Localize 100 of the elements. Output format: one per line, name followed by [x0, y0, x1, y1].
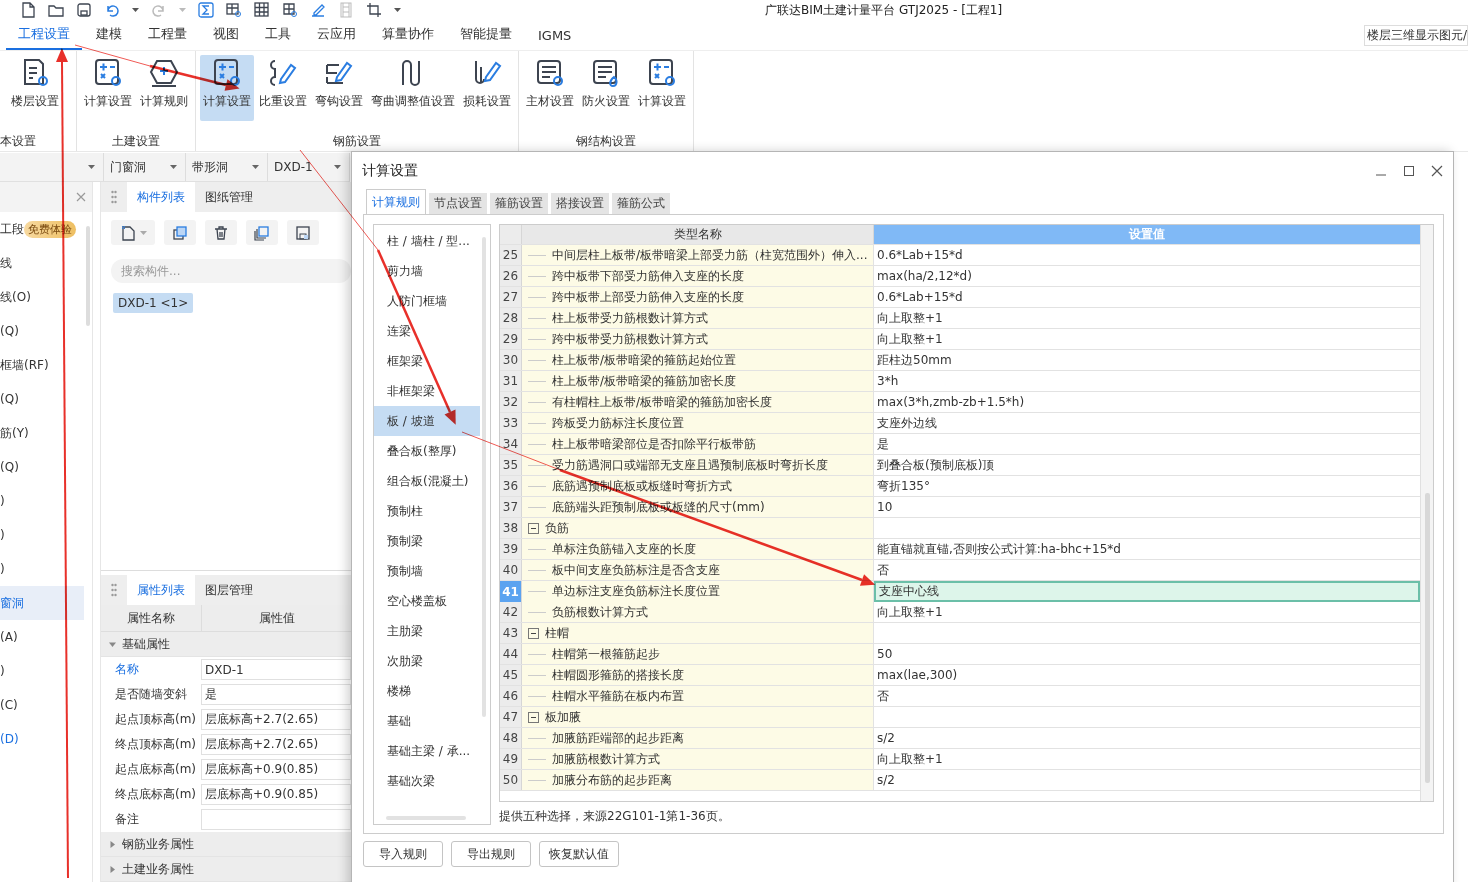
pen-icon[interactable] — [310, 2, 326, 18]
property-value-field[interactable]: 层底标高+0.9(0.85) — [201, 759, 351, 780]
nav-item[interactable]: (C) — [0, 688, 84, 722]
row-number[interactable]: 31 — [500, 371, 522, 391]
nav-item[interactable]: ) — [0, 552, 84, 586]
ribbon-button[interactable]: 防火设置 — [579, 55, 633, 121]
dialog-tab[interactable]: 箍筋设置 — [490, 193, 548, 214]
nav-item[interactable]: (A) — [0, 620, 84, 654]
dialog-tab[interactable]: 计算规则 — [366, 189, 426, 214]
property-value-field[interactable]: 是 — [201, 684, 351, 705]
group-header[interactable]: 钢筋业务属性 — [101, 832, 351, 857]
menu-tab[interactable]: IGMS — [526, 28, 584, 50]
folder-icon[interactable] — [48, 2, 64, 18]
row-number[interactable]: 45 — [500, 665, 522, 685]
row-number[interactable]: 42 — [500, 602, 522, 622]
row-number[interactable]: 44 — [500, 644, 522, 664]
row-number[interactable]: 30 — [500, 350, 522, 370]
dialog-button[interactable]: 恢复默认值 — [539, 841, 619, 867]
row-number[interactable]: 26 — [500, 266, 522, 286]
save-icon[interactable] — [76, 2, 92, 18]
category-item[interactable]: 连梁 — [374, 316, 480, 346]
row-number[interactable]: 27 — [500, 287, 522, 307]
ribbon-button[interactable]: 计算设置 — [635, 55, 689, 121]
ribbon-button[interactable]: 弯钩设置 — [312, 55, 366, 121]
grip-icon[interactable] — [111, 190, 117, 204]
category-item[interactable]: 空心楼盖板 — [374, 586, 480, 616]
category-item[interactable]: 非框架梁 — [374, 376, 480, 406]
collapse-icon[interactable] — [528, 711, 539, 723]
nav-item[interactable]: 窗洞 — [0, 586, 84, 620]
dialog-tab[interactable]: 节点设置 — [429, 193, 487, 214]
category-item[interactable]: 基础次梁 — [374, 766, 480, 796]
row-number[interactable]: 36 — [500, 476, 522, 496]
property-value-field[interactable] — [201, 809, 351, 830]
component-item[interactable]: DXD-1 <1> — [113, 293, 194, 313]
dialog-tab[interactable]: 箍筋公式 — [612, 193, 670, 214]
ribbon-button[interactable]: 计算设置 — [81, 55, 135, 121]
row-number[interactable]: 46 — [500, 686, 522, 706]
nav-item[interactable]: (Q) — [0, 382, 84, 416]
collapse-icon[interactable] — [528, 522, 539, 534]
nav-item[interactable]: (Q) — [0, 450, 84, 484]
row-number[interactable]: 47 — [500, 707, 522, 727]
row-number[interactable]: 28 — [500, 308, 522, 328]
nav-item[interactable]: ) — [0, 654, 84, 688]
menu-tab[interactable]: 云应用 — [305, 25, 368, 50]
table-cell[interactable]: 支座中心线 — [874, 581, 1420, 602]
dropdown-field[interactable]: 门窗洞 — [104, 153, 187, 181]
nav-item[interactable]: (D) — [0, 722, 84, 756]
menu-tab[interactable]: 工程量 — [136, 25, 199, 50]
menu-tab[interactable]: 算量协作 — [370, 25, 446, 50]
dialog-tab[interactable]: 搭接设置 — [551, 193, 609, 214]
row-number[interactable]: 34 — [500, 434, 522, 454]
panel-tab[interactable]: 图层管理 — [195, 575, 263, 605]
nav-item[interactable]: 线 — [0, 246, 84, 280]
group-header[interactable]: 基础属性 — [101, 632, 351, 657]
category-item[interactable]: 预制柱 — [374, 496, 480, 526]
dropdown-field[interactable]: DXD-1 — [268, 153, 350, 181]
panel-tab[interactable]: 图纸管理 — [195, 182, 263, 212]
maximize-icon[interactable] — [1403, 165, 1415, 177]
category-item[interactable]: 次肋梁 — [374, 646, 480, 676]
scrollbar[interactable] — [86, 226, 90, 326]
category-item[interactable]: 基础主梁 / 承... — [374, 736, 480, 766]
row-number[interactable]: 49 — [500, 749, 522, 769]
category-item[interactable]: 基础 — [374, 706, 480, 736]
ribbon-button[interactable]: 弯曲调整值设置 — [368, 55, 458, 121]
ribbon-button[interactable]: 主材设置 — [523, 55, 577, 121]
category-item[interactable]: 板 / 坡道 — [374, 406, 480, 436]
category-item[interactable]: 叠合板(整厚) — [374, 436, 480, 466]
row-number[interactable]: 39 — [500, 539, 522, 559]
row-number[interactable]: 43 — [500, 623, 522, 643]
category-item[interactable]: 预制墙 — [374, 556, 480, 586]
tool-button[interactable] — [205, 220, 237, 245]
category-item[interactable]: 楼梯 — [374, 676, 480, 706]
property-value-field[interactable]: 层底标高+2.7(2.65) — [201, 734, 351, 755]
menu-tab[interactable]: 视图 — [201, 25, 251, 50]
crop-icon[interactable] — [366, 2, 382, 18]
menu-tab[interactable]: 工具 — [253, 25, 303, 50]
panel-tab[interactable]: 属性列表 — [127, 575, 195, 605]
row-number[interactable]: 33 — [500, 413, 522, 433]
nav-item[interactable]: ) — [0, 484, 84, 518]
menu-tab[interactable]: 建模 — [84, 25, 134, 50]
tool-button[interactable] — [246, 220, 278, 245]
ribbon-button[interactable]: 楼层设置 — [8, 55, 62, 121]
ribbon-button[interactable]: 损耗设置 — [460, 55, 514, 121]
nav-item[interactable]: 筋(Y) — [0, 416, 84, 450]
tool-button[interactable] — [164, 220, 196, 245]
ribbon-button[interactable]: 计算规则 — [137, 55, 191, 121]
property-value-field[interactable]: 层底标高+2.7(2.65) — [201, 709, 351, 730]
dropdown-field[interactable]: 带形洞 — [186, 153, 268, 181]
row-number[interactable]: 38 — [500, 518, 522, 538]
panel-tab[interactable]: 构件列表 — [127, 182, 195, 212]
property-value-field[interactable]: 层底标高+0.9(0.85) — [201, 784, 351, 805]
property-value-field[interactable]: DXD-1 — [201, 659, 351, 680]
tool-button[interactable] — [111, 220, 155, 245]
table-search-icon[interactable] — [226, 2, 242, 18]
row-number[interactable]: 40 — [500, 560, 522, 580]
dialog-button[interactable]: 导入规则 — [363, 841, 443, 867]
nav-item[interactable]: (Q) — [0, 314, 84, 348]
grip-icon[interactable] — [111, 583, 117, 597]
tool-button[interactable] — [287, 220, 319, 245]
collapse-icon[interactable] — [528, 627, 539, 639]
